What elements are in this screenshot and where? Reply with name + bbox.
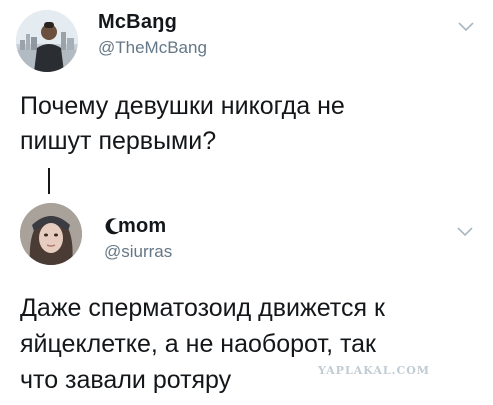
avatar-photo (16, 10, 78, 72)
tweet-thread: McBaŋg @TheMcBang Почему девушки никогда… (0, 0, 493, 405)
watermark: YAPLAKAL.COM (318, 364, 430, 377)
tweet-text-line: Даже сперматозоид движется к (20, 294, 385, 322)
avatar[interactable] (20, 203, 82, 265)
author-handle[interactable]: @TheMcBang (98, 38, 207, 58)
tweet-text-line: яйцеклетке, а не наоборот, так (20, 330, 376, 358)
author-name[interactable]: McBaŋg (98, 11, 177, 34)
avatar-photo (20, 203, 82, 265)
chevron-down-icon[interactable] (457, 227, 473, 237)
chevron-down-icon[interactable] (458, 22, 474, 32)
tweet-text-line: Почему девушки никогда не (20, 92, 345, 120)
tweet-text-line: что завали ротяру (20, 366, 232, 394)
tweet-text-line: пишут первыми? (20, 127, 217, 155)
avatar[interactable] (16, 10, 78, 72)
author-name[interactable]: mom (118, 215, 166, 238)
author-handle[interactable]: @siurras (104, 242, 172, 262)
thread-connector (48, 168, 50, 194)
